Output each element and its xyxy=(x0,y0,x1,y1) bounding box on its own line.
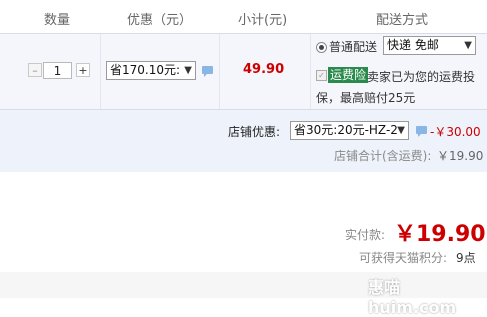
watermark: 惠喵 huim.com xyxy=(368,278,457,317)
header-subtotal: 小计(元) xyxy=(238,13,288,28)
shipping-option-label: 普通配送 xyxy=(329,40,378,54)
insurance-desc: 卖家已为您的运费投 xyxy=(367,70,476,84)
qty-input[interactable]: 1 xyxy=(43,62,72,79)
column-divider xyxy=(310,34,311,109)
item-discount-select-value: 省170.10元: xyxy=(110,63,181,77)
insurance-desc-cont: 保，最高赔付25元 xyxy=(316,91,416,105)
item-subtotal: 49.90 xyxy=(243,62,285,77)
points-label: 可获得天猫积分: xyxy=(359,251,448,265)
shipping-select-value: 快递 免邮 xyxy=(387,38,439,52)
store-discount-select[interactable]: 省30元:20元-HZ-2 ▼ xyxy=(290,121,409,140)
table-header: 数量 优惠（元） 小计(元) 配送方式 xyxy=(0,0,487,33)
qty-minus-button[interactable]: – xyxy=(28,63,42,77)
column-divider xyxy=(219,34,220,109)
chevron-down-icon: ▼ xyxy=(397,125,405,136)
chevron-down-icon: ▼ xyxy=(184,65,192,76)
header-shipping: 配送方式 xyxy=(376,13,429,28)
store-total-value: ￥19.90 xyxy=(437,149,484,163)
pay-value: ￥19.90 xyxy=(394,222,486,247)
store-discount-amount: -￥30.00 xyxy=(430,125,481,139)
store-section: 店铺优惠: 省30元:20元-HZ-2 ▼ -￥30.00 店铺合计(含运费):… xyxy=(0,110,487,172)
item-discount-select[interactable]: 省170.10元: ▼ xyxy=(106,61,196,80)
header-qty: 数量 xyxy=(44,13,71,28)
item-row: – 1 + 省170.10元: ▼ 49.90 普通配送 快递 免邮 ▼ ✓ 运… xyxy=(0,33,487,110)
store-discount-select-value: 省30元:20元-HZ-2 xyxy=(294,123,398,137)
store-discount-label: 店铺优惠: xyxy=(228,125,281,139)
points-value: 9点 xyxy=(456,251,476,265)
pay-label: 实付款: xyxy=(345,228,386,242)
insurance-checkbox[interactable]: ✓ xyxy=(316,70,327,81)
shipping-radio[interactable] xyxy=(316,42,327,53)
insurance-tag: 运费险 xyxy=(328,67,369,83)
chat-icon[interactable] xyxy=(416,126,427,137)
chevron-down-icon: ▼ xyxy=(464,40,472,51)
chat-icon[interactable] xyxy=(202,66,213,77)
header-discount: 优惠（元） xyxy=(127,13,193,28)
store-total-label: 店铺合计(含运费): xyxy=(334,149,432,163)
column-divider xyxy=(100,34,101,109)
shipping-select[interactable]: 快递 免邮 ▼ xyxy=(383,36,476,55)
qty-plus-button[interactable]: + xyxy=(76,63,90,77)
